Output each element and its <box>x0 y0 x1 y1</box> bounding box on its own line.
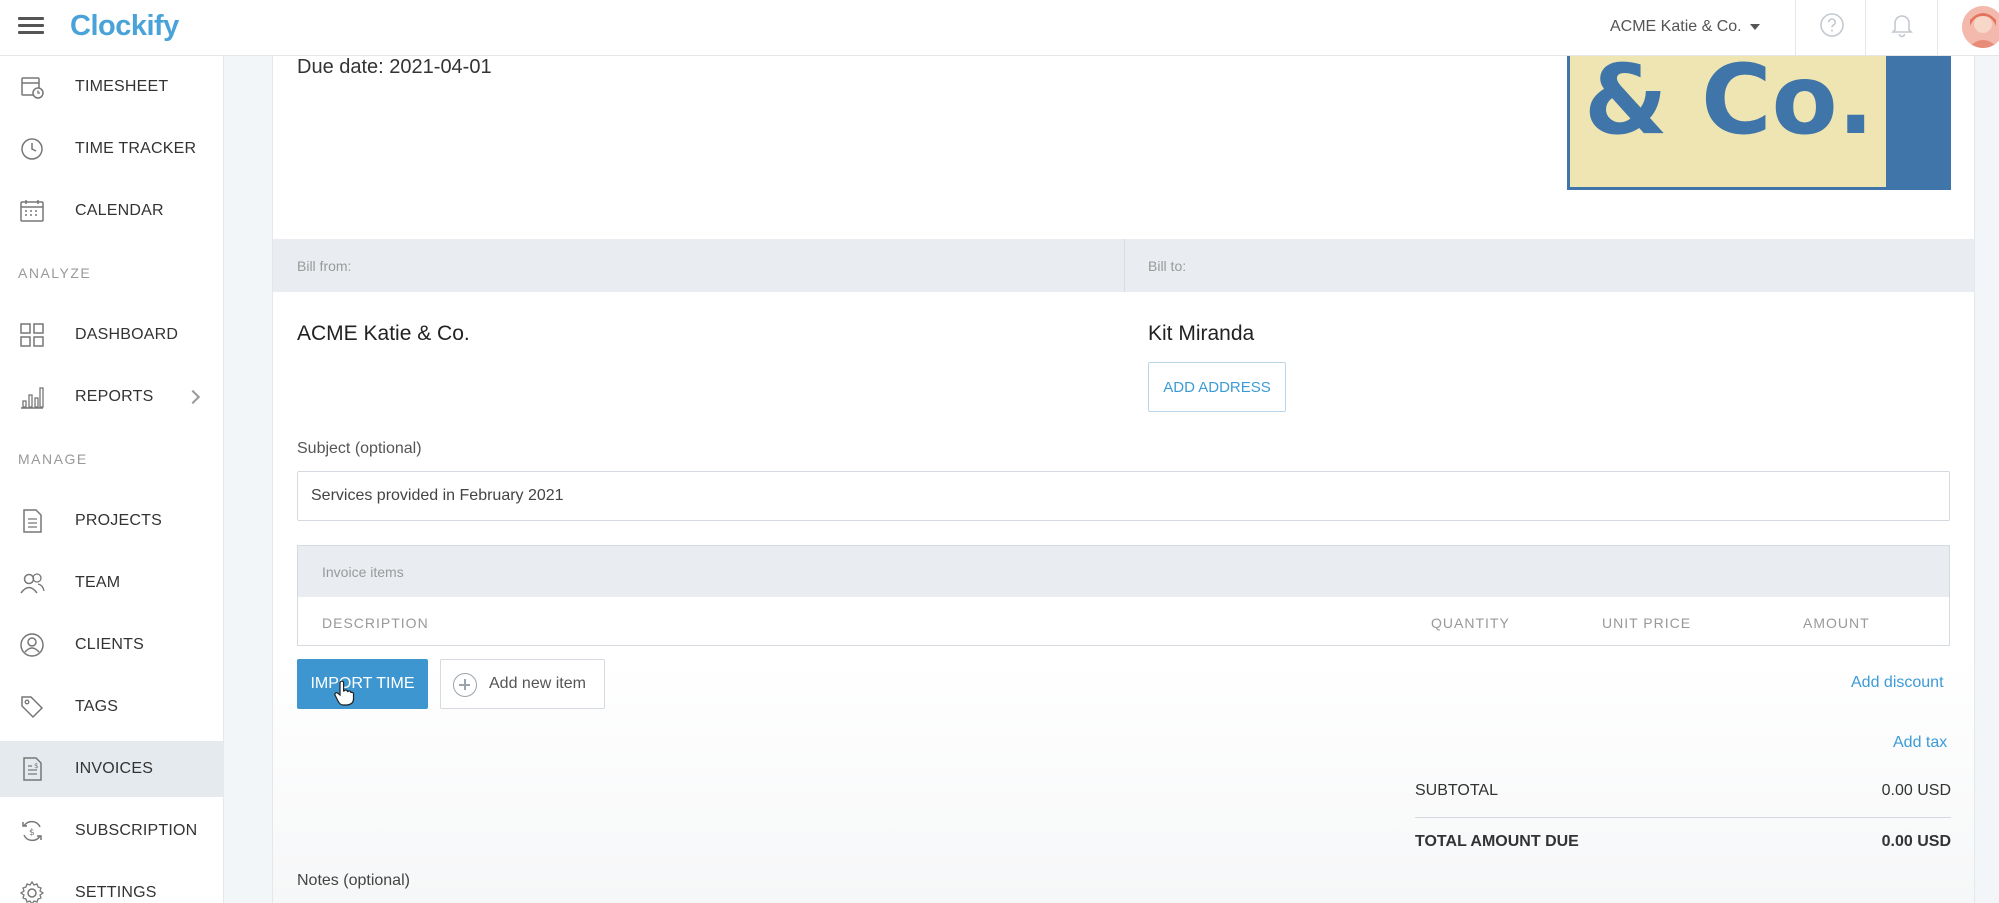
divider <box>1937 0 1938 56</box>
invoice-items-header: Invoice items <box>298 546 1949 597</box>
sidebar-item-subscription[interactable]: $ SUBSCRIPTION <box>0 803 224 859</box>
chevron-right-icon <box>185 389 201 405</box>
total-label: TOTAL AMOUNT DUE <box>1415 833 1579 850</box>
help-icon[interactable] <box>1819 12 1845 38</box>
total-row: TOTAL AMOUNT DUE 0.00 USD <box>1415 818 1951 868</box>
top-bar: Clockify ACME Katie & Co. <box>0 0 1999 56</box>
sidebar-item-calendar[interactable]: CALENDAR <box>0 183 224 239</box>
sidebar-item-tags[interactable]: TAGS <box>0 679 224 735</box>
add-address-button[interactable]: ADD ADDRESS <box>1148 362 1286 412</box>
due-date: Due date: 2021-04-01 <box>297 56 492 78</box>
hand-cursor-icon <box>334 680 355 706</box>
bill-to-client[interactable]: Kit Miranda <box>1148 322 1254 346</box>
divider <box>1795 0 1796 56</box>
sidebar-item-label: DASHBOARD <box>75 326 179 343</box>
add-new-item-button[interactable]: Add new item <box>440 659 605 709</box>
gear-icon <box>19 880 45 903</box>
logo-text: & Co. <box>1584 56 1875 156</box>
subject-label: Subject (optional) <box>297 440 422 457</box>
timesheet-icon <box>21 77 44 99</box>
column-description: DESCRIPTION <box>322 615 429 631</box>
sidebar-item-label: CLIENTS <box>75 636 144 653</box>
sidebar-item-invoices[interactable]: $ INVOICES <box>0 741 224 797</box>
column-amount: AMOUNT <box>1803 615 1870 631</box>
invoice-items-title: Invoice items <box>322 564 404 580</box>
invoice-items-table: Invoice items DESCRIPTION QUANTITY UNIT … <box>297 545 1950 646</box>
sidebar-item-label: TAGS <box>75 698 119 715</box>
sidebar-item-label: SETTINGS <box>75 884 157 901</box>
import-time-button[interactable]: IMPORT TIME <box>297 659 428 709</box>
sidebar-item-team[interactable]: TEAM <box>0 555 224 611</box>
brand-name: Clockify <box>70 9 179 42</box>
sidebar-item-time-tracker[interactable]: TIME TRACKER <box>0 121 224 177</box>
sidebar-item-label: REPORTS <box>75 388 154 405</box>
invoice-icon: $ <box>23 757 42 781</box>
team-icon <box>20 573 45 594</box>
subject-input[interactable] <box>297 471 1950 521</box>
sidebar-item-label: PROJECTS <box>75 512 162 529</box>
sidebar-item-dashboard[interactable]: DASHBOARD <box>0 307 224 363</box>
avatar[interactable] <box>1962 6 1999 48</box>
reports-icon <box>21 387 44 409</box>
total-value: 0.00 USD <box>1881 833 1951 850</box>
subtotal-row: SUBTOTAL 0.00 USD <box>1415 767 1951 817</box>
column-unit-price: UNIT PRICE <box>1602 615 1692 631</box>
menu-icon[interactable] <box>18 14 44 38</box>
sidebar-item-label: TIMESHEET <box>75 78 169 95</box>
client-icon <box>20 633 44 657</box>
logo-strip <box>1886 56 1948 187</box>
subtotal-value: 0.00 USD <box>1881 782 1951 799</box>
tag-icon <box>21 696 44 719</box>
company-logo-image[interactable]: & Co. <box>1567 56 1951 190</box>
caret-down-icon <box>1749 24 1760 30</box>
dashboard-icon <box>20 323 44 347</box>
sidebar-item-projects[interactable]: PROJECTS <box>0 493 224 549</box>
bill-to-label: Bill to: <box>1148 258 1187 274</box>
avatar-image <box>1962 6 1999 48</box>
sidebar-item-label: SUBSCRIPTION <box>75 822 198 839</box>
bill-from-company: ACME Katie & Co. <box>297 322 470 345</box>
sidebar-item-label: TEAM <box>75 574 121 591</box>
clockify-logo[interactable]: Clockify <box>70 9 179 42</box>
sidebar-item-label: TIME TRACKER <box>75 140 197 157</box>
bill-from-label: Bill from: <box>297 258 352 274</box>
sidebar-item-label: INVOICES <box>75 760 154 777</box>
svg-text:$: $ <box>29 828 35 838</box>
calendar-icon <box>20 200 44 222</box>
sidebar-item-settings[interactable]: SETTINGS <box>0 865 224 903</box>
add-discount-link[interactable]: Add discount <box>1851 674 1944 692</box>
section-analyze: ANALYZE <box>18 265 92 281</box>
sidebar-item-reports[interactable]: REPORTS <box>0 369 224 425</box>
workspace-selector[interactable]: ACME Katie & Co. <box>1610 14 1760 40</box>
add-new-item-label: Add new item <box>489 675 586 692</box>
bell-icon[interactable] <box>1889 11 1915 39</box>
svg-text:$: $ <box>34 762 38 770</box>
section-manage: MANAGE <box>18 451 88 467</box>
bill-header: Bill from: Bill to: <box>273 239 1974 292</box>
sidebar: TIMESHEET TIME TRACKER CALENDAR ANALYZE … <box>0 56 224 903</box>
notes-label: Notes (optional) <box>297 872 410 889</box>
subtotal-label: SUBTOTAL <box>1415 782 1498 799</box>
sidebar-item-label: CALENDAR <box>75 202 164 219</box>
workspace-name: ACME Katie & Co. <box>1610 18 1742 35</box>
add-tax-link[interactable]: Add tax <box>1893 734 1947 752</box>
divider <box>1865 0 1866 56</box>
sidebar-item-clients[interactable]: CLIENTS <box>0 617 224 673</box>
sidebar-item-timesheet[interactable]: TIMESHEET <box>0 59 224 115</box>
divider <box>1124 239 1125 292</box>
document-icon <box>23 509 42 533</box>
clock-icon <box>21 138 43 160</box>
subscription-icon: $ <box>22 820 42 842</box>
plus-circle-icon <box>453 673 477 697</box>
column-quantity: QUANTITY <box>1431 615 1510 631</box>
